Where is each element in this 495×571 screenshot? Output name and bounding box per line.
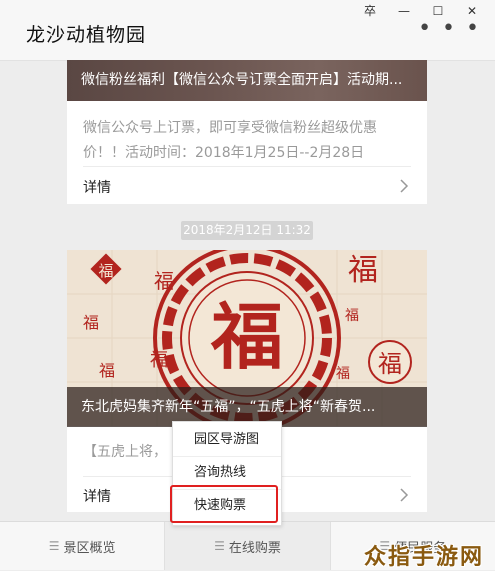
chevron-right-icon [400, 488, 409, 502]
svg-text:福: 福 [336, 366, 350, 382]
details-label: 详情 [83, 180, 111, 196]
svg-text:福: 福 [154, 269, 174, 293]
menu-item-hotline[interactable]: 咨询热线 [173, 456, 281, 488]
menu-icon: ☰ [48, 539, 60, 553]
tab-label: 景区概览 [63, 540, 116, 556]
svg-text:福: 福 [378, 350, 402, 378]
pin-icon[interactable]: 卒 [353, 2, 387, 20]
details-link[interactable]: 详情 [83, 167, 411, 205]
tab-label: 在线购票 [228, 540, 281, 556]
fu-character: 福 [210, 294, 283, 379]
site-watermark-logo: 众指手游网 [352, 533, 495, 570]
message-timestamp: 2018年2月12日 11:32 [181, 221, 313, 240]
svg-text:福: 福 [345, 308, 359, 324]
more-options-button[interactable]: • • • [418, 18, 481, 40]
tab-scenic-overview[interactable]: ☰ 景区概览 [0, 522, 166, 570]
chevron-right-icon [400, 179, 409, 193]
menu-item-park-map[interactable]: 园区导游图 [173, 424, 281, 456]
menu-icon: ☰ [214, 539, 225, 553]
title-bar: 卒 — ☐ ✕ 龙沙动植物园 • • • [0, 0, 495, 61]
svg-text:福: 福 [150, 350, 168, 371]
highlight-annotation [170, 485, 278, 523]
svg-text:福: 福 [99, 361, 115, 380]
article-card-1[interactable]: 微信粉丝福利【微信公众号订票全面开启】活动期... 微信公众号上订票，即可享受微… [67, 60, 427, 204]
details-label: 详情 [83, 489, 111, 505]
minimize-button[interactable]: — [387, 2, 421, 20]
svg-text:福: 福 [98, 262, 113, 280]
article-summary: 微信公众号上订票，即可享受微信粉丝超级优惠价！！活动时间：2018年1月25日-… [83, 120, 377, 161]
watermark-text: 众指手游网 [364, 545, 485, 570]
svg-text:福: 福 [348, 253, 378, 288]
page-title: 龙沙动植物园 [26, 24, 147, 46]
svg-text:福: 福 [83, 313, 99, 332]
tab-online-tickets[interactable]: ☰ 在线购票 [165, 522, 331, 570]
article-title: 微信粉丝福利【微信公众号订票全面开启】活动期... [81, 72, 403, 88]
